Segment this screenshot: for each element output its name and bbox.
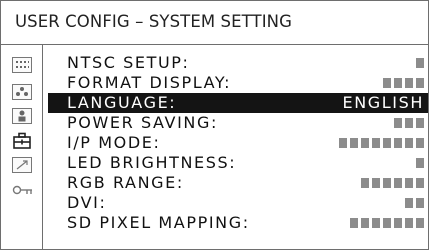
menu-item-dvi[interactable]: DVI: [48,193,428,213]
toolbox-icon[interactable] [12,132,32,150]
level-segment [361,138,369,148]
level-segment [394,218,402,228]
level-segment [416,158,424,168]
level-segment [383,218,391,228]
menu-item-language[interactable]: LANGUAGE: ENGLISH [48,93,428,113]
level-segment [394,78,402,88]
level-indicator [339,138,424,148]
menu-item-power-saving[interactable]: POWER SAVING: [48,113,428,133]
menu-item-label: FORMAT DISPLAY: [67,73,232,92]
level-indicator [405,198,424,208]
person-icon[interactable] [12,108,32,124]
level-segment [372,138,380,148]
level-segment [350,138,358,148]
menu-item-label: NTSC SETUP: [67,53,190,72]
category-sidebar [1,45,43,249]
osd-menu-window: USER CONFIG – SYSTEM SETTING NTSC SETUP:… [0,0,429,250]
level-segment [339,138,347,148]
level-segment [394,178,402,188]
level-segment [394,118,402,128]
menu-item-label: SD PIXEL MAPPING: [67,213,250,232]
level-segment [383,138,391,148]
level-segment [361,218,369,228]
level-segment [405,78,413,88]
level-segment [405,118,413,128]
menu-item-rgb-range[interactable]: RGB RANGE: [48,173,428,193]
page-title: USER CONFIG – SYSTEM SETTING [15,12,292,31]
palette-dots-icon[interactable] [12,84,32,100]
settings-menu: NTSC SETUP: FORMAT DISPLAY: LANGUAGE: ENGLI… [48,53,428,233]
menu-item-label: RGB RANGE: [67,173,184,192]
menu-item-value: ENGLISH [342,93,424,112]
level-indicator [394,118,424,128]
grid-dots-icon[interactable] [12,57,32,73]
level-indicator [416,158,424,168]
menu-item-label: LANGUAGE: [67,93,177,112]
level-segment [350,218,358,228]
level-segment [405,178,413,188]
menu-item-ntsc-setup[interactable]: NTSC SETUP: [48,53,428,73]
level-segment [416,58,424,68]
level-segment [416,138,424,148]
menu-item-format-display[interactable]: FORMAT DISPLAY: [48,73,428,93]
level-segment [383,178,391,188]
level-indicator [361,178,424,188]
level-segment [416,78,424,88]
level-segment [372,178,380,188]
level-segment [416,198,424,208]
level-segment [416,118,424,128]
level-indicator [350,218,424,228]
level-segment [405,198,413,208]
menu-item-label: I/P MODE: [67,133,161,152]
level-indicator [383,78,424,88]
level-segment [394,138,402,148]
menu-item-led-brightness[interactable]: LED BRIGHTNESS: [48,153,428,173]
level-segment [416,218,424,228]
level-segment [361,178,369,188]
menu-item-i-p-mode[interactable]: I/P MODE: [48,133,428,153]
menu-item-label: POWER SAVING: [67,113,218,132]
level-segment [405,218,413,228]
menu-item-sd-pixel-mapping[interactable]: SD PIXEL MAPPING: [48,213,428,233]
level-segment [416,178,424,188]
title-divider [1,44,428,45]
level-segment [372,218,380,228]
level-segment [383,78,391,88]
key-icon[interactable] [12,182,32,198]
menu-item-label: LED BRIGHTNESS: [67,153,237,172]
pen-icon[interactable] [12,157,32,173]
level-segment [405,138,413,148]
level-indicator [416,58,424,68]
menu-item-label: DVI: [67,193,107,212]
